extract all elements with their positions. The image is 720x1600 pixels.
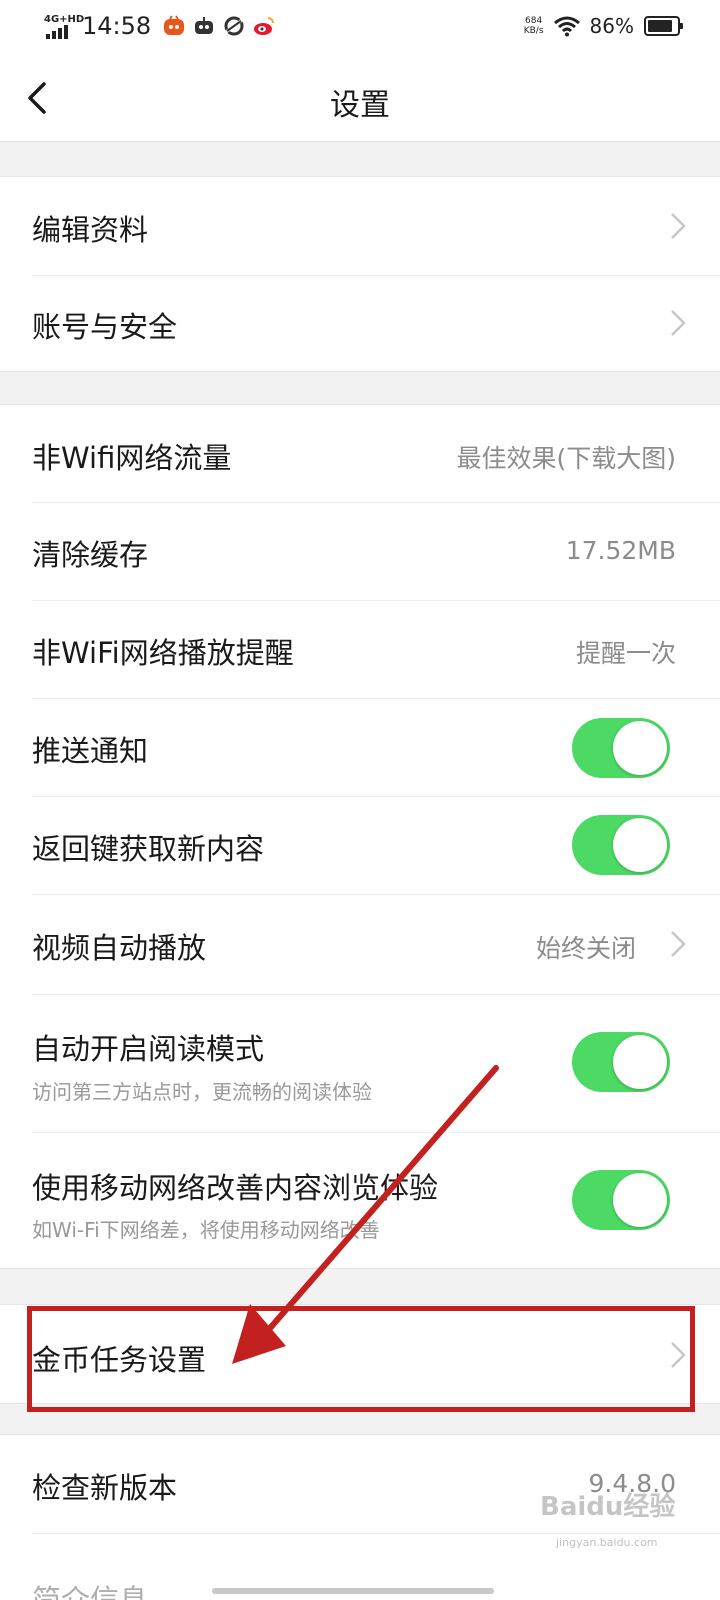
video-autoplay-label: 视频自动播放: [32, 931, 207, 965]
account-security-item[interactable]: 账号与安全: [0, 275, 720, 371]
push-notification-label: 推送通知: [32, 734, 149, 768]
play-reminder-value: 提醒一次: [575, 639, 676, 668]
settings-group-account: 编辑资料 账号与安全: [0, 176, 720, 372]
taobao-app-icon: [164, 15, 185, 35]
check-update-label: 检查新版本: [32, 1471, 178, 1505]
chevron-right-icon: [671, 213, 686, 239]
back-refresh-label: 返回键获取新内容: [32, 832, 265, 866]
wifi-traffic-item[interactable]: 非Wifi网络流量 最佳效果(下载大图): [0, 405, 720, 502]
cellular-signal-icon: 4G+HD: [44, 13, 84, 39]
toggle-knob: [613, 1035, 667, 1089]
edit-profile-label: 编辑资料: [32, 213, 149, 247]
push-notification-toggle[interactable]: [572, 718, 670, 778]
wifi-icon: [553, 16, 580, 37]
network-speed: 684 KB/s: [523, 16, 544, 36]
mobile-boost-label: 使用移动网络改善内容浏览体验: [32, 1171, 439, 1205]
video-autoplay-item[interactable]: 视频自动播放 始终关闭: [0, 894, 720, 994]
next-settings-label: 简介信息: [32, 1583, 149, 1600]
reader-mode-item: 自动开启阅读模式 访问第三方站点时，更流畅的阅读体验: [0, 994, 720, 1132]
video-autoplay-value: 始终关闭: [535, 934, 636, 963]
play-reminder-label: 非WiFi网络播放提醒: [32, 636, 294, 670]
clear-cache-item[interactable]: 清除缓存 17.52MB: [0, 502, 720, 600]
baidu-watermark-url: jingyan.baidu.com: [556, 1536, 658, 1549]
status-bar: 4G+HD 14:58 684 KB/s 86%: [0, 0, 720, 56]
status-time: 14:58: [82, 12, 152, 40]
settings-group-general: 非Wifi网络流量 最佳效果(下载大图) 清除缓存 17.52MB 非WiFi网…: [0, 404, 720, 1269]
reader-mode-description: 访问第三方站点时，更流畅的阅读体验: [32, 1080, 372, 1104]
reader-mode-label: 自动开启阅读模式: [32, 1032, 265, 1066]
edit-profile-item[interactable]: 编辑资料: [0, 177, 720, 275]
highlight-box: [27, 1306, 695, 1412]
back-refresh-toggle[interactable]: [572, 815, 670, 875]
battery-percent: 86%: [589, 14, 634, 38]
battery-icon: [644, 16, 683, 36]
weibo-app-icon: [254, 17, 275, 35]
play-reminder-item[interactable]: 非WiFi网络播放提醒 提醒一次: [0, 600, 720, 698]
account-security-label: 账号与安全: [32, 310, 178, 344]
mobile-boost-description: 如Wi-Fi下网络差，将使用移动网络改善: [32, 1218, 380, 1242]
back-refresh-item: 返回键获取新内容: [0, 796, 720, 894]
cache-size-value: 17.52MB: [565, 536, 676, 565]
toggle-knob: [613, 1173, 667, 1227]
baidu-watermark-logo: Baidu经验: [540, 1492, 676, 1522]
wifi-traffic-label: 非Wifi网络流量: [32, 441, 232, 475]
robot-app-icon: [195, 17, 214, 34]
chevron-right-icon: [671, 310, 686, 336]
wifi-traffic-value: 最佳效果(下载大图): [456, 444, 676, 473]
chevron-right-icon: [671, 931, 686, 957]
toggle-knob: [613, 818, 667, 872]
nav-bar: 设置: [0, 56, 720, 142]
orbit-app-icon: [224, 16, 244, 36]
clear-cache-label: 清除缓存: [32, 538, 149, 572]
push-notification-item: 推送通知: [0, 698, 720, 796]
toggle-knob: [613, 721, 667, 775]
page-title: 设置: [330, 88, 390, 123]
mobile-boost-item: 使用移动网络改善内容浏览体验 如Wi-Fi下网络差，将使用移动网络改善: [0, 1132, 720, 1268]
reader-mode-toggle[interactable]: [572, 1032, 670, 1092]
mobile-boost-toggle[interactable]: [572, 1170, 670, 1230]
home-indicator[interactable]: [212, 1588, 494, 1594]
